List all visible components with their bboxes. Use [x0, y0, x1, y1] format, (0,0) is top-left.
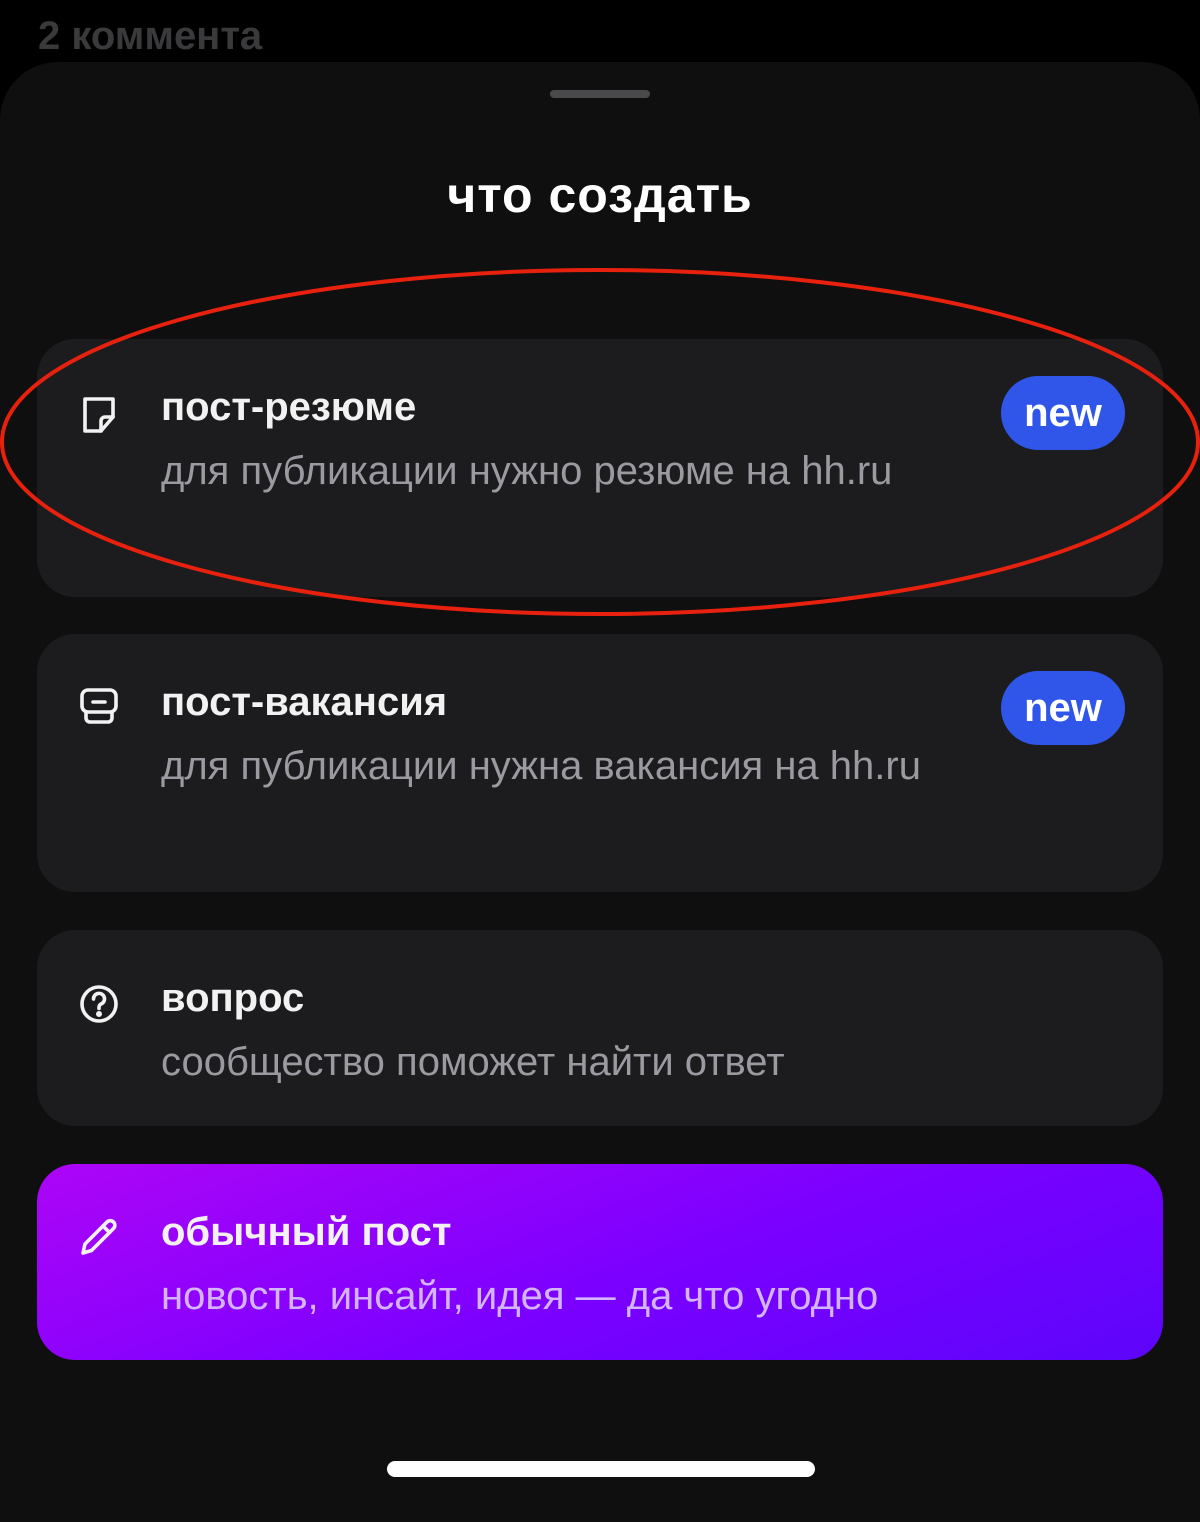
- option-vacancy-post[interactable]: пост-вакансия для публикации нужна вакан…: [37, 634, 1163, 892]
- home-indicator[interactable]: [387, 1461, 815, 1477]
- sheet-title: что создать: [447, 167, 753, 223]
- option-title: пост-резюме: [161, 385, 417, 429]
- pencil-icon: [75, 1212, 123, 1260]
- option-resume-post[interactable]: пост-резюме для публикации нужно резюме …: [37, 339, 1163, 597]
- option-subtitle: для публикации нужно резюме на hh.ru: [161, 449, 893, 493]
- option-question[interactable]: вопрос сообщество поможет найти ответ: [37, 930, 1163, 1126]
- new-badge: new: [1001, 671, 1125, 745]
- sheet-grabber[interactable]: [550, 90, 650, 98]
- new-badge: new: [1001, 376, 1125, 450]
- option-subtitle: новость, инсайт, идея — да что угодно: [161, 1274, 879, 1318]
- option-subtitle: для публикации нужна вакансия на hh.ru: [161, 744, 921, 788]
- sticky-note-icon: [75, 391, 123, 439]
- option-title: обычный пост: [161, 1210, 452, 1254]
- briefcase-icon: [75, 682, 123, 730]
- question-circle-icon: [75, 980, 123, 1028]
- option-subtitle: сообщество поможет найти ответ: [161, 1040, 785, 1084]
- option-regular-post[interactable]: обычный пост новость, инсайт, идея — да …: [37, 1164, 1163, 1360]
- option-title: пост-вакансия: [161, 680, 448, 724]
- background-comment-count: 2 коммента: [38, 14, 263, 58]
- option-title: вопрос: [161, 976, 305, 1020]
